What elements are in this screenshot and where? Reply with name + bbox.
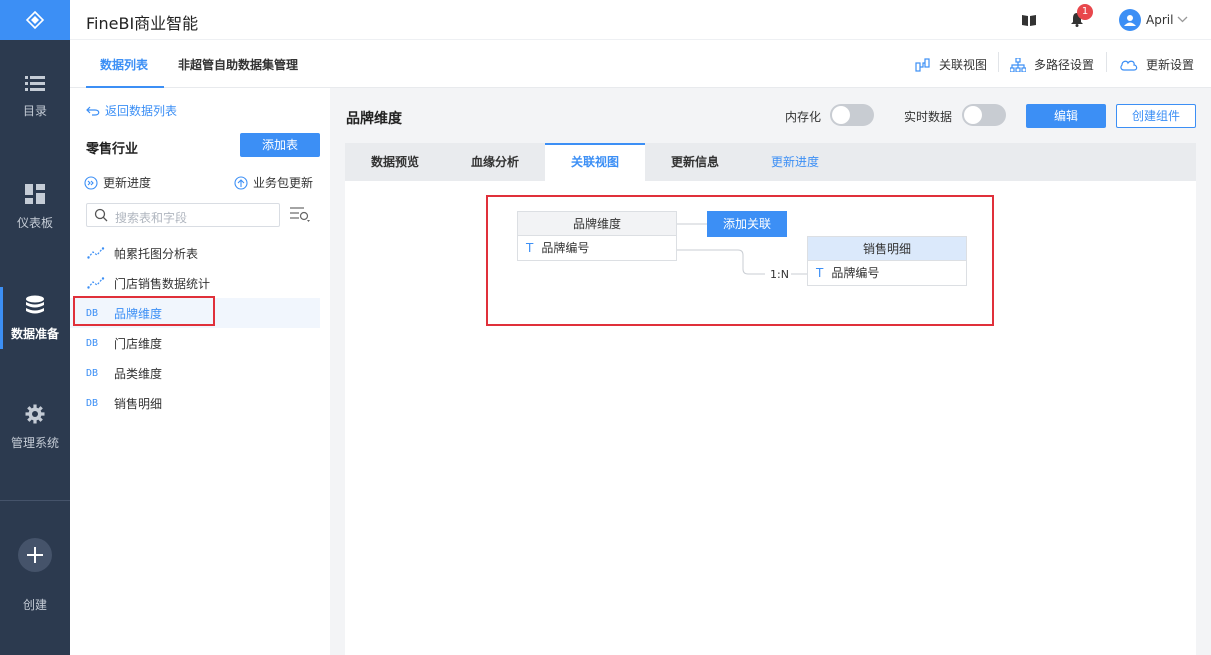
dashboard-icon bbox=[25, 183, 45, 204]
database-icon bbox=[26, 295, 44, 313]
create-label: 创建 bbox=[22, 597, 47, 612]
db-icon: DB bbox=[86, 397, 99, 409]
nav-item-catalog[interactable]: 目录 bbox=[0, 66, 70, 128]
tab-update-progress[interactable]: 更新进度 bbox=[745, 143, 845, 181]
nav-label: 管理系统 bbox=[10, 435, 59, 450]
nav-item-dashboard[interactable]: 仪表板 bbox=[0, 176, 70, 238]
search-placeholder: 搜索表和字段 bbox=[115, 211, 188, 225]
nav-divider bbox=[0, 500, 70, 501]
avatar[interactable] bbox=[1119, 9, 1141, 31]
nav-label: 仪表板 bbox=[16, 215, 53, 230]
update-progress-label: 更新进度 bbox=[103, 176, 152, 190]
table-sidebar: 返回数据列表 零售行业 添加表 更新进度 业务包更新 搜索表和字段 帕累托图分析… bbox=[70, 88, 330, 655]
table-name: 销售明细 bbox=[114, 396, 163, 411]
db-icon: DB bbox=[86, 367, 99, 379]
tab-data-list[interactable]: 数据列表 bbox=[100, 56, 148, 73]
realtime-toggle[interactable] bbox=[962, 104, 1006, 126]
nav-item-management[interactable]: 管理系统 bbox=[0, 396, 70, 458]
table-item-pareto[interactable]: 帕累托图分析表 bbox=[70, 238, 320, 268]
relation-view-link[interactable]: 关联视图 bbox=[915, 56, 987, 73]
relation-view-icon bbox=[915, 57, 930, 72]
page-title: 品牌维度 bbox=[346, 111, 402, 127]
edit-button[interactable]: 编辑 bbox=[1026, 104, 1106, 128]
app-logo[interactable] bbox=[0, 0, 70, 40]
divider bbox=[998, 52, 999, 72]
cloud-icon bbox=[1120, 60, 1138, 71]
tab-update-info[interactable]: 更新信息 bbox=[645, 143, 745, 181]
progress-icon bbox=[84, 175, 98, 190]
realtime-toggle-label: 实时数据 bbox=[904, 110, 953, 124]
user-name[interactable]: April bbox=[1146, 13, 1173, 27]
tab-relation-view[interactable]: 关联视图 bbox=[545, 143, 645, 181]
upload-icon bbox=[234, 175, 248, 190]
detail-tabs: 数据预览 血缘分析 关联视图 更新信息 更新进度 bbox=[345, 143, 1196, 181]
filter-icon[interactable] bbox=[290, 206, 312, 224]
create-label-wrap: 创建 bbox=[0, 558, 70, 620]
multipath-label: 多路径设置 bbox=[1034, 58, 1095, 72]
tab-lineage[interactable]: 血缘分析 bbox=[445, 143, 545, 181]
update-settings-label: 更新设置 bbox=[1146, 58, 1195, 72]
main-panel: 品牌维度 内存化 实时数据 编辑 创建组件 数据预览 血缘分析 关联视图 更新信… bbox=[330, 88, 1211, 655]
search-input[interactable]: 搜索表和字段 bbox=[86, 203, 280, 227]
relation-view-label: 关联视图 bbox=[939, 58, 988, 72]
create-component-button[interactable]: 创建组件 bbox=[1116, 104, 1196, 128]
hierarchy-icon bbox=[1010, 57, 1026, 72]
update-progress-link[interactable]: 更新进度 bbox=[84, 174, 151, 191]
table-name: 帕累托图分析表 bbox=[114, 246, 199, 261]
left-nav: 目录 仪表板 数据准备 管理系统 创建 bbox=[0, 0, 70, 655]
back-to-list-link[interactable]: 返回数据列表 bbox=[86, 102, 177, 119]
nav-label: 目录 bbox=[22, 103, 47, 118]
package-update-label: 业务包更新 bbox=[253, 176, 314, 190]
gear-icon bbox=[25, 404, 45, 423]
top-bar: FineBI商业智能 bbox=[70, 0, 1211, 40]
analysis-table-icon bbox=[87, 277, 105, 289]
back-arrow-icon bbox=[86, 106, 100, 116]
db-icon: DB bbox=[86, 337, 99, 349]
memory-toggle-label: 内存化 bbox=[785, 110, 822, 124]
update-settings-link[interactable]: 更新设置 bbox=[1120, 56, 1194, 73]
list-icon bbox=[25, 75, 45, 91]
table-item-category-dim[interactable]: DB 品类维度 bbox=[70, 358, 320, 388]
nav-item-data-prep[interactable]: 数据准备 bbox=[0, 287, 70, 349]
table-name: 门店销售数据统计 bbox=[114, 276, 211, 291]
notification-badge: 1 bbox=[1077, 4, 1093, 20]
tab-self-service-dataset[interactable]: 非超管自助数据集管理 bbox=[178, 56, 298, 73]
memory-toggle[interactable] bbox=[830, 104, 874, 126]
highlight-box bbox=[486, 195, 994, 326]
app-title: FineBI商业智能 bbox=[86, 14, 199, 33]
user-icon bbox=[1124, 15, 1136, 26]
search-icon bbox=[94, 208, 108, 222]
logo-icon bbox=[25, 10, 45, 30]
package-title: 零售行业 bbox=[86, 142, 139, 157]
table-item-sales-detail[interactable]: DB 销售明细 bbox=[70, 388, 320, 418]
tab-data-preview[interactable]: 数据预览 bbox=[345, 143, 445, 181]
table-item-store-dim[interactable]: DB 门店维度 bbox=[70, 328, 320, 358]
nav-label: 数据准备 bbox=[10, 326, 59, 341]
add-table-button[interactable]: 添加表 bbox=[240, 133, 320, 157]
table-item-store-sales[interactable]: 门店销售数据统计 bbox=[70, 268, 320, 298]
chevron-down-icon[interactable] bbox=[1177, 16, 1188, 23]
package-update-link[interactable]: 业务包更新 bbox=[234, 174, 313, 191]
divider bbox=[1106, 52, 1107, 72]
book-icon[interactable] bbox=[1022, 14, 1036, 26]
multipath-settings-link[interactable]: 多路径设置 bbox=[1010, 56, 1094, 73]
highlight-box bbox=[73, 296, 215, 326]
back-label: 返回数据列表 bbox=[105, 104, 178, 118]
analysis-table-icon bbox=[87, 247, 105, 259]
table-name: 品类维度 bbox=[114, 366, 163, 381]
table-name: 门店维度 bbox=[114, 336, 163, 351]
